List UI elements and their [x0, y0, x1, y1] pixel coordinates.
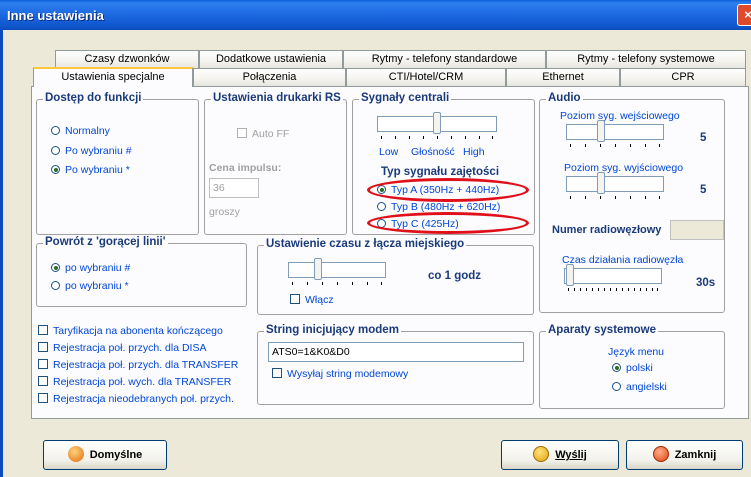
radio-typ-b[interactable]: Typ B (480Hz + 620Hz): [377, 201, 500, 213]
window-title: Inne ustawienia: [7, 8, 104, 23]
checkbox-rejestracja-nieodebranych[interactable]: Rejestracja nieodebranych poł. przych.: [38, 393, 234, 405]
numer-radiowezlowy-input[interactable]: [670, 220, 724, 240]
czas-lacza-slider[interactable]: [288, 256, 386, 288]
checkbox-rejestracja-przych-transfer[interactable]: Rejestracja poł. przych. dla TRANSFER: [38, 359, 238, 371]
tab-ethernet[interactable]: Ethernet: [506, 68, 620, 86]
radio-normalny[interactable]: Normalny: [51, 125, 110, 137]
group-title-dostep: Dostęp do funkcji: [43, 92, 144, 104]
group-string-modem: String inicjujący modem ATS0=1&K0&D0 Wys…: [257, 324, 534, 405]
numer-radiowezlowy-label: Numer radiowęzłowy: [552, 224, 662, 236]
czas-radiowezla-value: 30s: [696, 277, 716, 289]
radio-dot: [51, 126, 60, 135]
volume-slider-ticks: [381, 136, 493, 141]
radio-angielski[interactable]: angielski: [612, 381, 667, 393]
group-title-aparaty: Aparaty systemowe: [546, 324, 659, 336]
volume-label-glosnosc: Głośność: [411, 146, 455, 158]
checkbox-box: [38, 325, 48, 335]
modem-string-input[interactable]: ATS0=1&K0&D0: [268, 342, 524, 362]
radio-po-wybraniu-hash[interactable]: Po wybraniu #: [51, 145, 132, 157]
czas-radiowezla-thumb[interactable]: [566, 264, 574, 286]
poziom-wyj-value: 5: [700, 184, 707, 196]
radio-dot: [51, 281, 60, 290]
close-icon: ×: [744, 7, 751, 22]
radio-powrot-star[interactable]: po wybraniu *: [51, 280, 129, 292]
checkbox-rejestracja-wych-transfer[interactable]: Rejestracja poł. wych. dla TRANSFER: [38, 376, 231, 388]
group-title-sygnaly: Sygnały centrali: [359, 92, 452, 104]
tab-ustawienia-specjalne[interactable]: Ustawienia specjalne: [33, 67, 193, 87]
checkbox-wysylaj-string[interactable]: Wysyłaj string modemowy: [272, 368, 408, 380]
checkbox-wlacz[interactable]: Włącz: [290, 294, 334, 306]
group-audio: Audio Poziom syg. wejściowego 5 Poziom s…: [539, 92, 725, 313]
close-circle-icon: [652, 446, 669, 462]
czas-radiowezla-slider[interactable]: [564, 262, 662, 294]
tab-czasy-dzwonkow[interactable]: Czasy dzwonków: [55, 50, 199, 68]
zamknij-button[interactable]: Zamknij: [626, 440, 743, 470]
typ-sygnalu-title: Typ sygnału zajętości: [381, 166, 500, 178]
volume-slider[interactable]: [377, 110, 497, 142]
checkbox-box: [272, 368, 282, 378]
jezyk-menu-label: Język menu: [608, 346, 665, 358]
group-title-powrot: Powrót z 'gorącej linii': [43, 236, 168, 248]
checkbox-box: [38, 359, 48, 369]
checkbox-box: [38, 342, 48, 352]
cena-impulsu-label: Cena impulsu:: [209, 162, 282, 174]
tab-cpr[interactable]: CPR: [620, 68, 746, 86]
poziom-wyj-thumb[interactable]: [597, 172, 605, 194]
group-dostep-do-funkcji: Dostęp do funkcji Normalny Po wybraniu #…: [36, 92, 199, 235]
group-title-modem: String inicjujący modem: [264, 324, 401, 336]
group-aparaty-systemowe: Aparaty systemowe Język menu polski angi…: [539, 324, 725, 409]
tab-dodatkowe-ustawienia[interactable]: Dodatkowe ustawienia: [199, 50, 343, 68]
group-title-audio: Audio: [546, 92, 583, 104]
radio-typ-a[interactable]: Typ A (350Hz + 440Hz): [377, 184, 499, 196]
volume-label-low: Low: [379, 146, 399, 158]
tab-cti-hotel-crm[interactable]: CTI/Hotel/CRM: [346, 68, 506, 86]
checkbox-box: [38, 393, 48, 403]
tab-panel: Dostęp do funkcji Normalny Po wybraniu #…: [31, 86, 749, 419]
poziom-wej-slider[interactable]: [566, 118, 664, 150]
arrow-right-icon: [533, 446, 550, 462]
checkbox-box: [290, 294, 300, 304]
group-drukarka-rs: Ustawienia drukarki RS Auto FF Cena impu…: [204, 92, 347, 235]
checkbox-auto-ff[interactable]: Auto FF: [237, 128, 289, 140]
tab-polaczenia[interactable]: Połączenia: [193, 68, 346, 86]
volume-label-high: High: [463, 146, 485, 158]
radio-dot: [612, 382, 621, 391]
radio-dot: [377, 219, 386, 228]
radio-dot-selected: [377, 185, 386, 194]
radio-dot: [51, 146, 60, 155]
checkbox-rejestracja-disa[interactable]: Rejestracja poł. przych. dla DISA: [38, 342, 206, 354]
radio-po-wybraniu-star[interactable]: Po wybraniu *: [51, 164, 130, 176]
radio-dot-selected: [51, 165, 60, 174]
group-sygnaly-centrali: Sygnały centrali Low Głośność High Typ s…: [352, 92, 535, 235]
volume-slider-thumb[interactable]: [433, 112, 441, 134]
radio-polski[interactable]: polski: [612, 362, 653, 374]
radio-dot-selected: [612, 363, 621, 372]
wyslij-button[interactable]: Wyślij: [501, 440, 619, 470]
close-button[interactable]: ×: [737, 4, 751, 26]
groszy-label: groszy: [209, 206, 240, 218]
tab-rytmy-standardowe[interactable]: Rytmy - telefony standardowe: [343, 50, 546, 68]
group-powrot-goracej-linii: Powrót z 'gorącej linii' po wybraniu # p…: [36, 236, 247, 307]
checkbox-taryfikacja[interactable]: Taryfikacja na abonenta kończącego: [38, 325, 223, 337]
czas-lacza-value: co 1 godz: [428, 270, 482, 282]
cena-impulsu-input[interactable]: 36: [209, 178, 259, 198]
checkbox-box: [38, 376, 48, 386]
radio-dot-selected: [51, 263, 60, 272]
title-bar: Inne ustawienia ×: [0, 0, 751, 30]
radio-dot: [377, 202, 386, 211]
tab-rytmy-systemowe[interactable]: Rytmy - telefony systemowe: [546, 50, 746, 68]
domyslne-button[interactable]: Domyślne: [43, 440, 167, 470]
poziom-wej-value: 5: [700, 132, 707, 144]
czas-lacza-thumb[interactable]: [314, 258, 322, 280]
gears-icon: [67, 446, 84, 462]
group-czas-lacza-miejskiego: Ustawienie czasu z łącza miejskiego co 1…: [257, 238, 534, 315]
window-client: Czasy dzwonków Dodatkowe ustawienia Rytm…: [0, 30, 751, 477]
poziom-wej-thumb[interactable]: [597, 120, 605, 142]
radio-typ-c[interactable]: Typ C (425Hz): [377, 218, 459, 230]
group-title-drukarka: Ustawienia drukarki RS: [211, 92, 343, 104]
checkbox-box: [237, 128, 247, 138]
radio-powrot-hash[interactable]: po wybraniu #: [51, 262, 130, 274]
poziom-wyj-slider[interactable]: [566, 170, 664, 202]
group-title-czas-lacza: Ustawienie czasu z łącza miejskiego: [264, 238, 467, 250]
